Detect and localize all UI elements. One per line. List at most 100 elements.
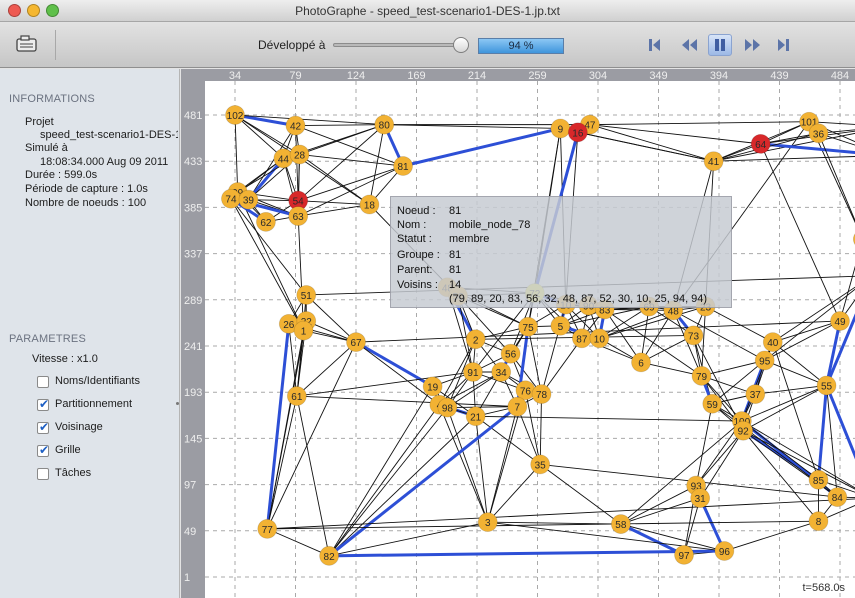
camera-icon[interactable] [16, 35, 38, 53]
node-label: 80 [379, 121, 391, 132]
graph-node: 62 [256, 211, 276, 232]
node-label: 74 [225, 195, 237, 206]
graph-node: 42 [285, 115, 306, 136]
graph-node: 9 [550, 118, 571, 139]
expand-slider[interactable] [333, 37, 469, 53]
node-label: 98 [442, 404, 454, 415]
node-label: 67 [350, 338, 362, 349]
graph-node: 87 [571, 328, 592, 349]
skip-start-icon [649, 39, 660, 51]
node-label: 73 [688, 331, 700, 342]
node-label: 49 [834, 317, 846, 328]
y-tick-label: 289 [184, 295, 202, 307]
node-label: 36 [813, 129, 825, 140]
node-label: 76 [520, 386, 532, 397]
node-label: 40 [767, 338, 779, 349]
node-label: 16 [572, 128, 584, 139]
graph-node: 51 [296, 285, 317, 305]
pause-icon [715, 39, 725, 51]
expand-label: Développé à [258, 38, 326, 52]
graph-node: 21 [465, 406, 486, 427]
graph-node: 39 [238, 189, 259, 210]
node-tooltip: Noeud :81 Nom : mobile_node_78 Statut : me… [390, 196, 732, 308]
progress-text: 94 % [508, 40, 534, 52]
x-tick-label: 349 [649, 70, 667, 82]
rewind-button[interactable] [678, 34, 702, 56]
graph-node: 35 [530, 454, 551, 475]
graph-node: 97 [674, 544, 694, 565]
skip-to-end-button[interactable] [771, 34, 795, 56]
node-label: 28 [294, 150, 306, 161]
x-tick-label: 214 [468, 70, 486, 82]
node-label: 97 [678, 551, 690, 562]
graph-node: 56 [500, 343, 521, 364]
node-label: 63 [293, 212, 305, 223]
node-label: 18 [364, 201, 376, 212]
node-label: 26 [283, 320, 295, 331]
graph-node: 6 [631, 352, 651, 373]
y-tick-label: 241 [184, 341, 202, 353]
projet-label: Projet [25, 116, 54, 128]
node-label: 79 [696, 372, 708, 383]
graph-node: 102 [225, 105, 245, 125]
sidebar: INFORMATIONS Projet speed_test-scenario1… [0, 69, 180, 598]
node-label: 6 [638, 358, 644, 369]
graph-node: 58 [610, 514, 631, 534]
x-tick-label: 34 [229, 70, 241, 82]
slider-thumb[interactable] [453, 37, 469, 53]
splitter-handle[interactable] [176, 402, 179, 405]
y-tick-label: 97 [184, 480, 196, 492]
graph-node: 77 [257, 518, 278, 539]
node-label: 95 [759, 356, 771, 367]
duree-text: Durée : 599.0s [25, 169, 98, 181]
node-label: 75 [523, 323, 535, 334]
x-axis-band [181, 69, 855, 81]
checkbox-voisinage[interactable] [37, 420, 49, 434]
graph-node: 98 [437, 397, 458, 418]
node-label: 31 [695, 494, 707, 505]
checkbox-noms[interactable] [37, 376, 49, 388]
x-tick-label: 304 [589, 70, 607, 82]
tooltip-noeud: Noeud :81 [397, 205, 462, 217]
node-label: 34 [496, 368, 508, 379]
node-label: 85 [813, 476, 825, 487]
graph-node: 28 [289, 144, 310, 165]
checkbox-taches[interactable] [37, 468, 49, 480]
skip-to-start-button[interactable] [643, 34, 667, 56]
checkbox-partitionnement[interactable] [37, 397, 49, 411]
x-tick-label: 124 [347, 70, 365, 82]
pause-button[interactable] [708, 34, 732, 56]
tooltip-parent: Parent: 81 [397, 264, 462, 276]
graph-node: 37 [745, 384, 766, 405]
node-label: 9 [558, 124, 564, 135]
graph-node: 34 [491, 362, 512, 382]
tooltip-neighbour-list: (79, 89, 20, 83, 56, 32, 48, 87, 52, 30,… [449, 293, 708, 305]
node-label: 102 [227, 111, 244, 122]
graph-node: 80 [374, 114, 395, 135]
checkbox-grille[interactable] [37, 443, 49, 457]
graph-node: 79 [691, 365, 712, 386]
node-label: 39 [243, 196, 255, 207]
toolbar: Développé à 94 % [0, 22, 855, 68]
graph-node: 36 [808, 123, 829, 144]
node-label: 44 [278, 154, 290, 165]
node-label: 2 [473, 335, 479, 346]
y-tick-label: 337 [184, 249, 202, 261]
graph-node: 2 [465, 329, 486, 350]
x-tick-label: 169 [407, 70, 425, 82]
fast-forward-button[interactable] [740, 34, 764, 56]
node-label: 8 [816, 517, 822, 528]
node-label: 82 [324, 552, 336, 563]
node-label: 5 [558, 322, 564, 333]
checkbox-taches-label: Tâches [55, 467, 92, 479]
graph-canvas[interactable]: 1024280947161018836648641442881997439546… [181, 69, 855, 598]
graph-node: 95 [754, 350, 775, 371]
graph-node: 85 [808, 469, 829, 490]
network-graph[interactable]: 1024280947161018836648641442881997439546… [181, 69, 855, 598]
graph-node: 64 [750, 133, 771, 154]
node-label: 78 [536, 390, 548, 401]
tooltip-voisins: Voisins :14 [397, 279, 462, 291]
graph-node: 78 [531, 384, 552, 405]
node-label: 1 [301, 327, 307, 338]
node-label: 41 [708, 157, 720, 168]
